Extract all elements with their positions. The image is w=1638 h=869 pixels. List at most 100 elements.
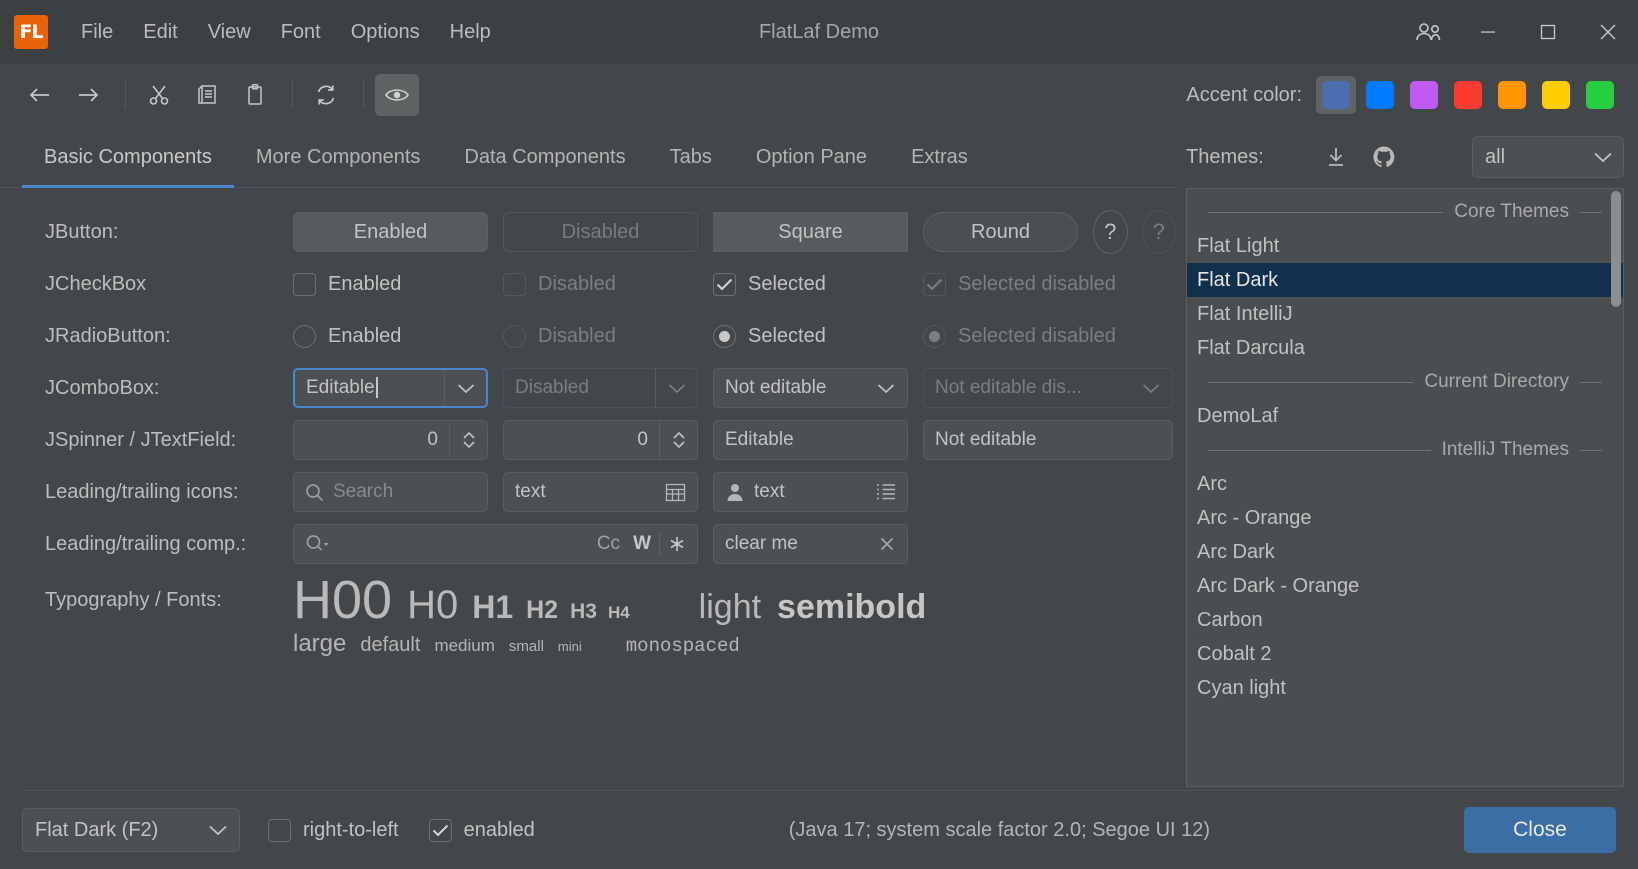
menu-font[interactable]: Font [266,14,336,51]
back-button[interactable] [18,74,62,116]
menu-help[interactable]: Help [435,14,506,51]
github-icon[interactable] [1364,137,1404,177]
tab-more-components[interactable]: More Components [234,146,443,187]
chevron-down-icon[interactable] [444,370,486,406]
chevron-down-icon-2[interactable] [865,369,907,407]
theme-item-flat-dark[interactable]: Flat Dark [1187,263,1623,297]
spinner-1[interactable]: 0 [293,420,488,460]
theme-item-demolaf[interactable]: DemoLaf [1187,399,1623,433]
theme-item-cobalt-2[interactable]: Cobalt 2 [1187,637,1623,671]
maximize-button[interactable] [1518,0,1578,64]
accent-swatch-orange-color [1498,81,1526,109]
themes-separator-current-directory: Current Directory [1187,365,1623,399]
search-input[interactable]: Search [293,472,488,512]
accent-swatch-red[interactable] [1448,76,1488,114]
help-button-enabled[interactable]: ? [1093,210,1128,254]
people-icon[interactable] [1398,0,1458,64]
basic-components-form: JButton: Enabled Disabled Square Round ?… [0,188,1176,790]
list-icon[interactable] [876,483,896,501]
grid-icon[interactable] [665,482,686,503]
theme-item-flat-intellij[interactable]: Flat IntelliJ [1187,297,1623,331]
download-icon[interactable] [1316,137,1356,177]
close-icon[interactable] [878,535,896,553]
jradiobutton-label: JRadioButton: [45,325,293,348]
cell-textfield-not-editable: Not editable [923,420,1173,460]
user-textfield[interactable]: text [713,472,908,512]
spinner-arrows-icon[interactable] [449,421,487,459]
radio-enabled[interactable]: Enabled [293,325,488,348]
checkbox-selected[interactable]: Selected [713,273,908,296]
themes-scrollbar-thumb[interactable] [1611,191,1621,307]
theme-item-arc-dark-orange[interactable]: Arc Dark - Orange [1187,569,1623,603]
forward-button[interactable] [66,74,110,116]
heading-h2: H2 [526,596,558,625]
toolbar-separator-3 [363,81,364,109]
accent-swatch-default[interactable] [1316,76,1356,114]
checkbox-icon-rtl [268,819,291,842]
themes-filter-combobox[interactable]: all [1472,136,1624,178]
paste-icon[interactable] [233,74,277,116]
combobox-editable[interactable]: Editable [293,368,488,408]
clear-textfield[interactable]: clear me [713,524,908,564]
theme-item-flat-darcula[interactable]: Flat Darcula [1187,331,1623,365]
tab-extras[interactable]: Extras [889,146,990,187]
grid-textfield[interactable]: text [503,472,698,512]
cell-button-disabled: Disabled [503,212,698,252]
radio-selected[interactable]: Selected [713,325,908,348]
checkbox-enabled[interactable]: Enabled [293,273,488,296]
theme-item-arc-orange[interactable]: Arc - Orange [1187,501,1623,535]
spinner-arrows-icon-2[interactable] [659,421,697,459]
chevron-down-icon-filter[interactable] [1583,151,1623,163]
eye-icon[interactable] [375,74,419,116]
checkbox-icon-checked-disabled [923,273,946,296]
refresh-icon[interactable] [304,74,348,116]
themes-list[interactable]: Core Themes Flat Light Flat Dark Flat In… [1186,188,1624,787]
search-dropdown-icon[interactable] [305,534,331,554]
tab-option-pane[interactable]: Option Pane [734,146,889,187]
chevron-down-icon-theme[interactable] [197,824,239,836]
match-case-button[interactable]: Cc [597,533,620,555]
heading-h3: H3 [570,600,597,624]
themes-separator-core: Core Themes [1187,195,1623,229]
accent-swatch-blue[interactable] [1360,76,1400,114]
tab-basic-components[interactable]: Basic Components [22,146,234,187]
tab-tabs[interactable]: Tabs [648,146,734,187]
theme-item-flat-light[interactable]: Flat Light [1187,229,1623,263]
font-size-mini: mini [558,639,582,654]
menu-view[interactable]: View [193,14,266,51]
search-comp-input[interactable]: Cc W [293,524,698,564]
accent-swatch-orange[interactable] [1492,76,1532,114]
themes-scrollbar[interactable] [1611,191,1621,784]
button-enabled[interactable]: Enabled [293,212,488,252]
menu-edit[interactable]: Edit [128,14,192,51]
cut-icon[interactable] [137,74,181,116]
tab-data-components[interactable]: Data Components [442,146,647,187]
spinner-2[interactable]: 0 [503,420,698,460]
enabled-checkbox[interactable]: enabled [429,819,535,842]
regex-button[interactable] [668,535,686,553]
close-dialog-button[interactable]: Close [1464,807,1616,853]
radio-enabled-label: Enabled [328,325,401,348]
textfield-editable[interactable]: Editable [713,420,908,460]
accent-swatch-yellow[interactable] [1536,76,1576,114]
button-round[interactable]: Round [923,212,1078,252]
accent-swatch-green[interactable] [1580,76,1620,114]
copy-icon[interactable] [185,74,229,116]
whole-word-button[interactable]: W [633,533,651,555]
spinner-2-value: 0 [504,429,659,451]
theme-item-carbon[interactable]: Carbon [1187,603,1623,637]
close-button[interactable] [1578,0,1638,64]
theme-item-arc-dark[interactable]: Arc Dark [1187,535,1623,569]
menu-file[interactable]: File [66,14,128,51]
button-square[interactable]: Square [713,212,908,252]
radio-icon-selected-disabled [923,325,946,348]
menu-options[interactable]: Options [336,14,435,51]
minimize-button[interactable] [1458,0,1518,64]
combobox-not-editable[interactable]: Not editable [713,368,908,408]
accent-swatch-red-color [1454,81,1482,109]
theme-item-arc[interactable]: Arc [1187,467,1623,501]
right-to-left-checkbox[interactable]: right-to-left [268,819,399,842]
theme-selector-combobox[interactable]: Flat Dark (F2) [22,808,240,852]
accent-swatch-purple[interactable] [1404,76,1444,114]
theme-item-cyan-light[interactable]: Cyan light [1187,671,1623,705]
